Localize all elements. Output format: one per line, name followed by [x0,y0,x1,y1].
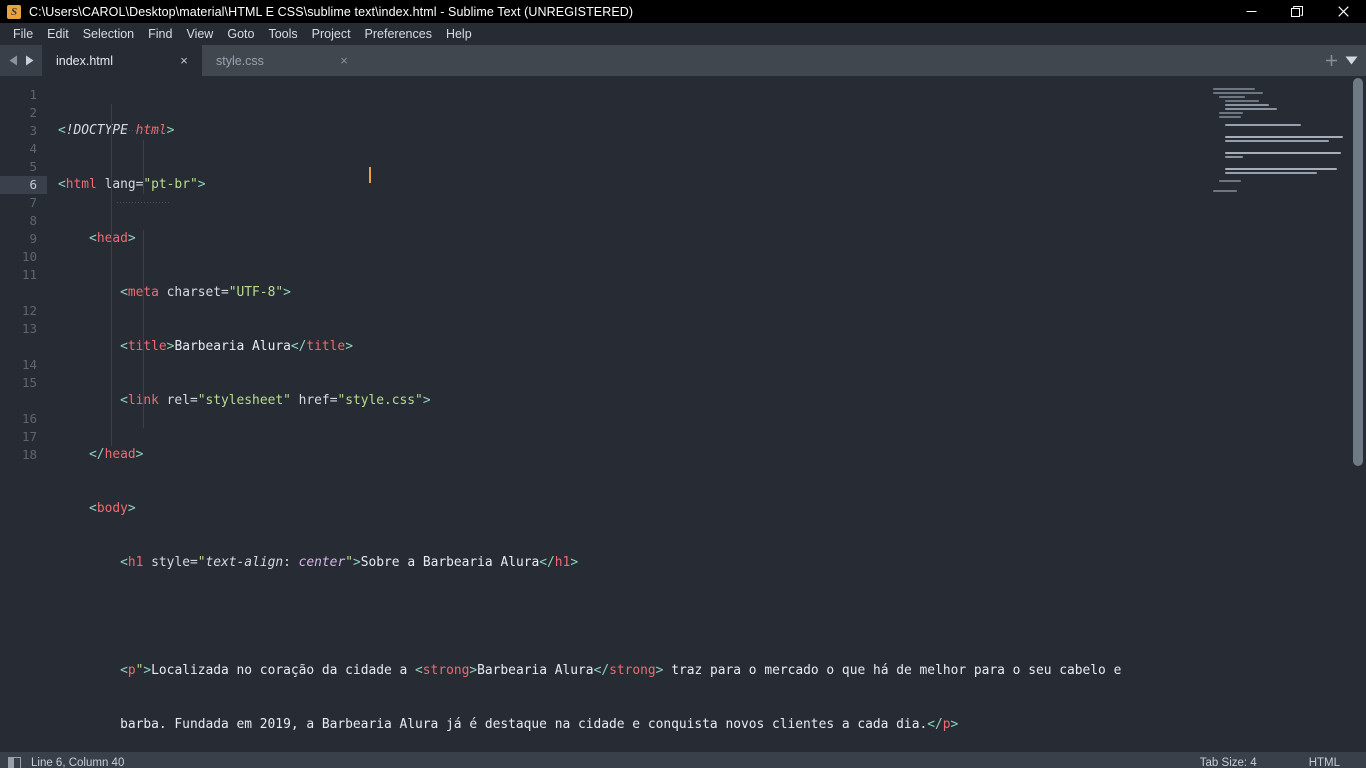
tab-bar-filler [362,45,1322,76]
tab-index-html[interactable]: index.html × [42,45,202,76]
line-number-wrap [0,284,47,302]
menu-goto[interactable]: Goto [220,25,261,43]
line-number: 13 [21,321,37,336]
tab-list-dropdown-icon[interactable] [1342,50,1360,72]
status-bar: Line 6, Column 40 Tab Size: 4 HTML [0,752,1366,768]
editor-area[interactable]: 1 2 3 4 5 6 7 8 9 10 11 12 13 14 15 16 1… [0,76,1366,752]
scrollbar-thumb[interactable] [1353,78,1363,466]
line-number: 10 [21,249,37,264]
menu-find[interactable]: Find [141,25,179,43]
code-line-11: <p">Localizada no coração da cidade a <s… [120,663,1122,678]
tab-bar: index.html × style.css × [0,45,1366,76]
line-number: 3 [29,123,37,138]
line-number: 1 [29,87,37,102]
text-caret [369,167,371,183]
menu-preferences[interactable]: Preferences [358,25,439,43]
tab-close-icon[interactable]: × [176,53,192,69]
line-number: 2 [29,105,37,120]
menu-file[interactable]: File [6,25,40,43]
line-number-wrap [0,392,47,410]
line-number: 15 [21,375,37,390]
close-button[interactable] [1320,0,1366,23]
cursor-position-status: Line 6, Column 40 [31,757,125,768]
tab-label: style.css [216,53,264,68]
menu-view[interactable]: View [179,25,220,43]
restore-button[interactable] [1274,0,1320,23]
line-number: 8 [29,213,37,228]
menu-edit[interactable]: Edit [40,25,76,43]
code-line-3: <head> [89,231,136,246]
code-line-1: <!DOCTYPE html> [58,123,175,138]
menu-tools[interactable]: Tools [261,25,304,43]
minimize-button[interactable] [1228,0,1274,23]
line-number-current: 6 [0,176,47,194]
code-line-7: </head> [89,447,144,462]
line-number: 17 [21,429,37,444]
line-number: 5 [29,159,37,174]
code-content[interactable]: <!DOCTYPE html> <html lang="pt-br"> <hea… [47,76,1366,752]
line-number: 11 [21,267,37,282]
tab-label: index.html [56,53,113,68]
line-number: 14 [21,357,37,372]
code-line-6: <link rel="stylesheet" href="style.css"> [120,393,431,408]
menu-bar: File Edit Selection Find View Goto Tools… [0,23,1366,45]
tab-next-icon[interactable] [24,55,34,66]
line-number: 9 [29,231,37,246]
tab-close-icon[interactable]: × [336,53,352,69]
line-number-gutter: 1 2 3 4 5 6 7 8 9 10 11 12 13 14 15 16 1… [0,76,47,752]
menu-help[interactable]: Help [439,25,479,43]
tab-prev-icon[interactable] [9,55,19,66]
window-controls [1228,0,1366,23]
line-number: 16 [21,411,37,426]
title-bar: C:\Users\CAROL\Desktop\material\HTML E C… [0,0,1366,23]
code-line-5: <title>Barbearia Alura</title> [120,339,353,354]
sidebar-toggle-icon[interactable] [8,756,21,768]
line-number: 12 [21,303,37,318]
window-title: C:\Users\CAROL\Desktop\material\HTML E C… [29,4,634,19]
tab-style-css[interactable]: style.css × [202,45,362,76]
tab-size-status[interactable]: Tab Size: 4 [1174,757,1283,768]
line-number: 18 [21,447,37,462]
new-tab-button[interactable] [1322,50,1340,72]
vertical-scrollbar[interactable] [1350,76,1366,752]
status-bar-right: Tab Size: 4 HTML [1174,752,1366,768]
code-line-4: <meta charset="UTF-8"> [120,285,291,300]
code-line-9: <h1 style="text-align: center">Sobre a B… [120,555,579,570]
code-line-11-wrap: barba. Fundada em 2019, a Barbearia Alur… [120,717,959,732]
tab-navigation [0,45,42,76]
code-line-2: <html lang="pt-br"> [58,177,206,192]
line-number: 4 [29,141,37,156]
sublime-text-logo-icon [7,4,21,19]
minimap[interactable] [1205,76,1350,752]
tab-actions [1322,45,1366,76]
line-number: 7 [29,195,37,210]
code-line-8: <body> [89,501,136,516]
line-number-wrap [0,338,47,356]
menu-project[interactable]: Project [305,25,358,43]
menu-selection[interactable]: Selection [76,25,141,43]
syntax-status[interactable]: HTML [1283,757,1366,768]
